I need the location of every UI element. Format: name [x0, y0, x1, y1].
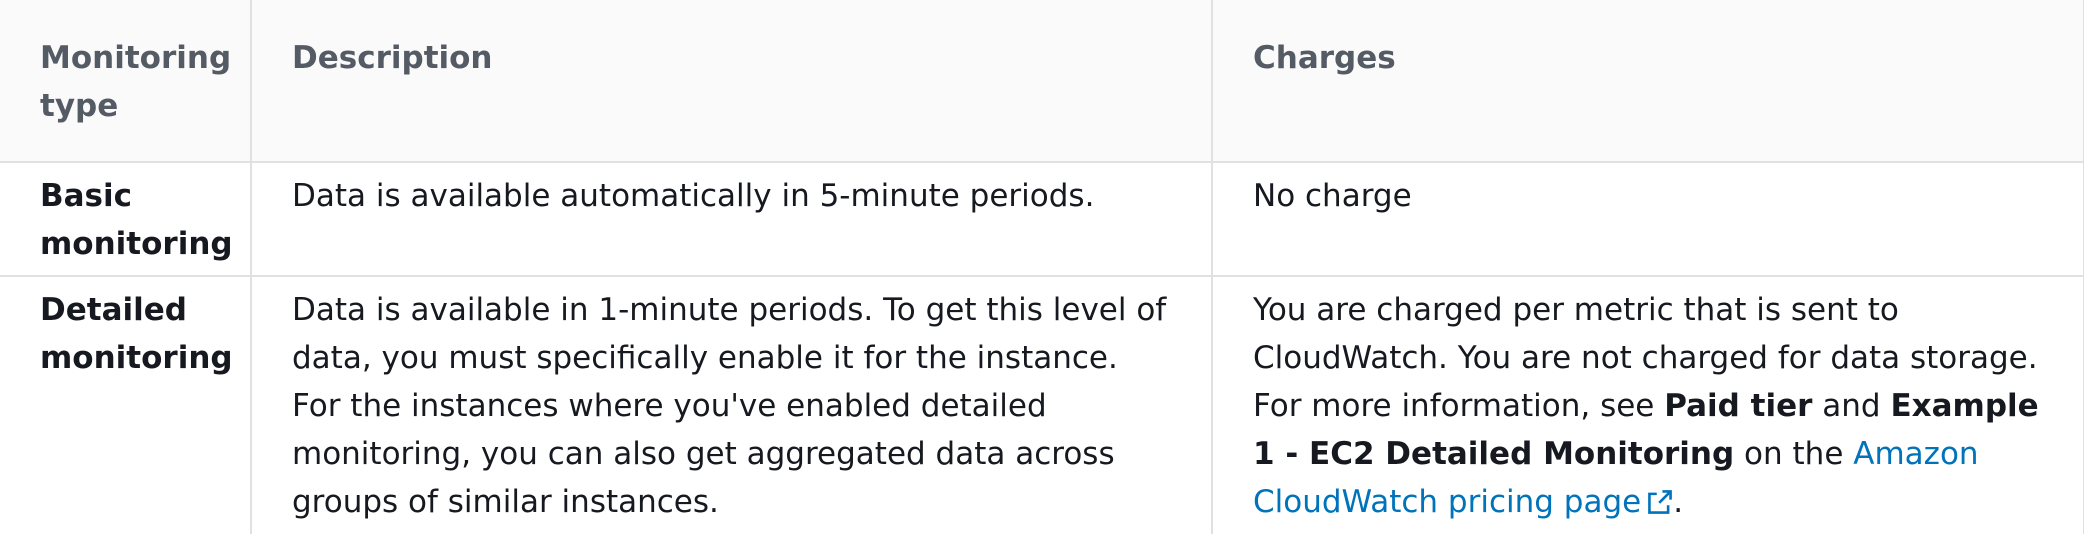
- table-header-row: Monitoring type Description Charges: [0, 0, 2084, 163]
- cell-type-basic: Basic monitoring: [0, 161, 252, 277]
- cell-charges-basic: No charge: [1211, 161, 2084, 277]
- header-monitoring-type: Monitoring type: [0, 0, 252, 163]
- cell-description-basic: Data is available automatically in 5-min…: [250, 161, 1213, 277]
- header-description: Description: [250, 0, 1213, 163]
- monitoring-types-table: Monitoring type Description Charges Basi…: [0, 0, 2084, 534]
- cell-type-detailed: Detailed monitoring: [0, 275, 252, 534]
- paid-tier-label: Paid tier: [1664, 388, 1813, 424]
- table-row-basic-monitoring: Basic monitoring Data is available autom…: [0, 161, 2084, 277]
- table-row-detailed-monitoring: Detailed monitoring Data is available in…: [0, 275, 2084, 534]
- monitoring-table-container: Monitoring type Description Charges Basi…: [0, 0, 2084, 534]
- cell-charges-detailed: You are charged per metric that is sent …: [1211, 275, 2084, 534]
- charges-text-2: and: [1812, 388, 1891, 424]
- cell-description-detailed: Data is available in 1-minute periods. T…: [250, 275, 1213, 534]
- charges-text-4: .: [1673, 484, 1684, 520]
- charges-text-3: on the: [1734, 436, 1854, 472]
- header-charges: Charges: [1211, 0, 2084, 163]
- external-link-icon: [1648, 490, 1673, 514]
